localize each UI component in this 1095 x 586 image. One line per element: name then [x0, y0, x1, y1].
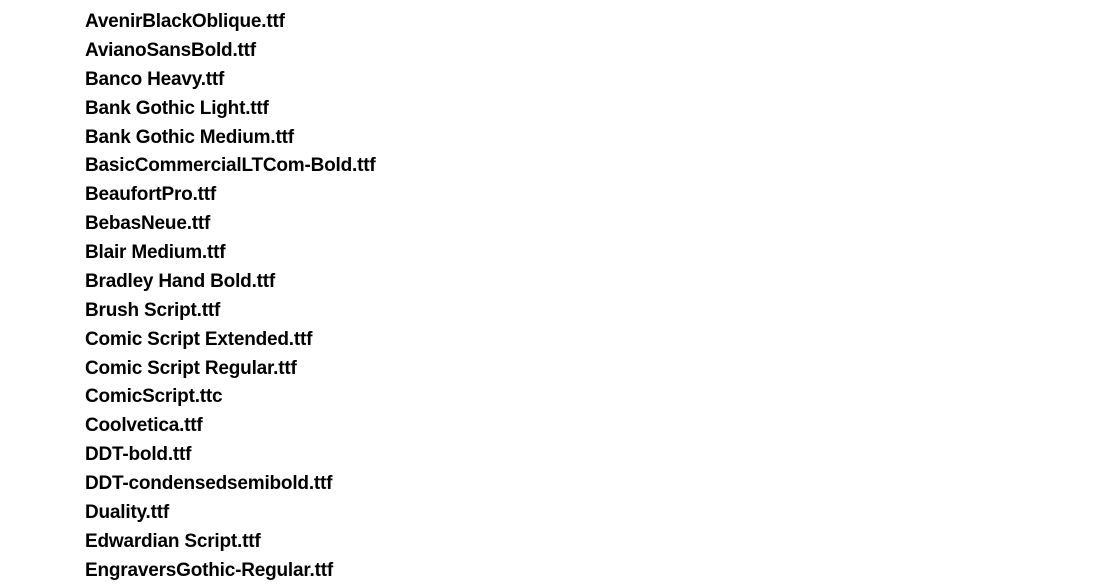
list-item: Bradley Hand Bold.ttf	[85, 268, 1095, 297]
list-item: Duality.ttf	[85, 499, 1095, 528]
list-item: Coolvetica.ttf	[85, 412, 1095, 441]
list-item: BebasNeue.ttf	[85, 210, 1095, 239]
list-item: Brush Script.ttf	[85, 297, 1095, 326]
list-item: Blair Medium.ttf	[85, 239, 1095, 268]
list-item: Comic Script Extended.ttf	[85, 326, 1095, 355]
list-item: Bank Gothic Light.ttf	[85, 95, 1095, 124]
list-item: Edwardian Script.ttf	[85, 528, 1095, 557]
list-item: DDT-bold.ttf	[85, 441, 1095, 470]
list-item: AvenirBlackOblique.ttf	[85, 8, 1095, 37]
list-item: DDT-condensedsemibold.ttf	[85, 470, 1095, 499]
list-item: Comic Script Regular.ttf	[85, 355, 1095, 384]
list-item: ComicScript.ttc	[85, 383, 1095, 412]
list-item: Bank Gothic Medium.ttf	[85, 124, 1095, 153]
list-item: BasicCommercialLTCom-Bold.ttf	[85, 152, 1095, 181]
font-file-list: AvenirBlackOblique.ttf AvianoSansBold.tt…	[85, 8, 1095, 586]
list-item: BeaufortPro.ttf	[85, 181, 1095, 210]
list-item: AvianoSansBold.ttf	[85, 37, 1095, 66]
list-item: EngraversGothic-Regular.ttf	[85, 557, 1095, 586]
list-item: Banco Heavy.ttf	[85, 66, 1095, 95]
